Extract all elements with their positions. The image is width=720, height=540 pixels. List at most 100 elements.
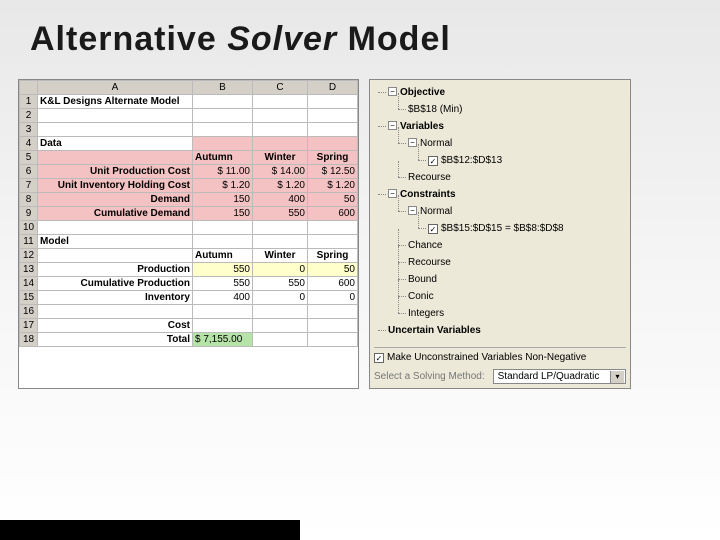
row-header[interactable]: 7: [20, 179, 38, 193]
collapse-icon[interactable]: −: [408, 206, 417, 215]
chevron-down-icon[interactable]: ▾: [610, 371, 624, 383]
cell[interactable]: [193, 221, 253, 235]
cell[interactable]: Winter: [253, 151, 308, 165]
cell[interactable]: [193, 123, 253, 137]
tree-var-range[interactable]: ✓$B$12:$D$13: [414, 152, 626, 169]
cell[interactable]: Winter: [253, 249, 308, 263]
checkbox-icon[interactable]: ✓: [428, 156, 438, 166]
row-header[interactable]: 14: [20, 277, 38, 291]
col-header-d[interactable]: D: [308, 81, 358, 95]
cell[interactable]: [308, 137, 358, 151]
row-header[interactable]: 18: [20, 333, 38, 347]
cell[interactable]: [308, 123, 358, 137]
cell[interactable]: Model: [38, 235, 193, 249]
cell-total[interactable]: $ 7,155.00: [193, 333, 253, 347]
cell[interactable]: 150: [193, 207, 253, 221]
tree-uncertain[interactable]: Uncertain Variables: [374, 322, 626, 339]
col-header-c[interactable]: C: [253, 81, 308, 95]
cell[interactable]: [308, 333, 358, 347]
cell[interactable]: 0: [253, 291, 308, 305]
cell[interactable]: 550: [193, 277, 253, 291]
spreadsheet-grid[interactable]: A B C D 1K&L Designs Alternate Model 2 3…: [19, 80, 358, 347]
row-header[interactable]: 4: [20, 137, 38, 151]
cell[interactable]: 550: [253, 277, 308, 291]
cell[interactable]: [308, 235, 358, 249]
checkbox-icon[interactable]: ✓: [374, 353, 384, 363]
nonneg-checkbox-row[interactable]: ✓ Make Unconstrained Variables Non-Negat…: [374, 352, 626, 363]
cell[interactable]: [308, 109, 358, 123]
row-header[interactable]: 5: [20, 151, 38, 165]
row-header[interactable]: 6: [20, 165, 38, 179]
cell[interactable]: [38, 249, 193, 263]
cell[interactable]: Total: [38, 333, 193, 347]
cell[interactable]: [193, 319, 253, 333]
collapse-icon[interactable]: −: [388, 87, 397, 96]
cell[interactable]: [253, 305, 308, 319]
cell[interactable]: [308, 95, 358, 109]
cell[interactable]: Autumn: [193, 151, 253, 165]
cell[interactable]: Cost: [38, 319, 193, 333]
cell[interactable]: [38, 123, 193, 137]
cell[interactable]: $ 1.20: [253, 179, 308, 193]
cell[interactable]: [308, 319, 358, 333]
cell[interactable]: [38, 109, 193, 123]
tree-variables[interactable]: −Variables −Normal ✓$B$12:$D$13 Recourse: [374, 118, 626, 186]
cell[interactable]: 50: [308, 193, 358, 207]
cell[interactable]: [193, 305, 253, 319]
cell[interactable]: Cumulative Demand: [38, 207, 193, 221]
cell[interactable]: Unit Inventory Holding Cost: [38, 179, 193, 193]
row-header[interactable]: 2: [20, 109, 38, 123]
row-header[interactable]: 1: [20, 95, 38, 109]
corner-cell[interactable]: [20, 81, 38, 95]
row-header[interactable]: 12: [20, 249, 38, 263]
cell[interactable]: 50: [308, 263, 358, 277]
row-header[interactable]: 13: [20, 263, 38, 277]
cell[interactable]: [308, 305, 358, 319]
tree-variables-normal[interactable]: −Normal ✓$B$12:$D$13: [394, 135, 626, 169]
cell[interactable]: Inventory: [38, 291, 193, 305]
cell[interactable]: [38, 305, 193, 319]
row-header[interactable]: 17: [20, 319, 38, 333]
cell[interactable]: 0: [253, 263, 308, 277]
row-header[interactable]: 11: [20, 235, 38, 249]
cell[interactable]: 550: [253, 207, 308, 221]
cell[interactable]: [253, 95, 308, 109]
cell[interactable]: Production: [38, 263, 193, 277]
checkbox-icon[interactable]: ✓: [428, 224, 438, 234]
tree-con-range[interactable]: ✓$B$15:$D$15 = $B$8:$D$8: [414, 220, 626, 237]
cell[interactable]: $ 14.00: [253, 165, 308, 179]
tree-constraints-bound[interactable]: Bound: [394, 271, 626, 288]
cell[interactable]: [253, 109, 308, 123]
row-header[interactable]: 16: [20, 305, 38, 319]
cell[interactable]: [38, 151, 193, 165]
cell[interactable]: Demand: [38, 193, 193, 207]
cell[interactable]: [193, 137, 253, 151]
row-header[interactable]: 15: [20, 291, 38, 305]
cell[interactable]: [193, 95, 253, 109]
collapse-icon[interactable]: −: [388, 189, 397, 198]
method-select[interactable]: Standard LP/Quadratic ▾: [493, 369, 626, 384]
cell[interactable]: $ 1.20: [308, 179, 358, 193]
cell[interactable]: Unit Production Cost: [38, 165, 193, 179]
cell[interactable]: Spring: [308, 151, 358, 165]
col-header-b[interactable]: B: [193, 81, 253, 95]
cell[interactable]: Spring: [308, 249, 358, 263]
cell[interactable]: 600: [308, 277, 358, 291]
cell[interactable]: 550: [193, 263, 253, 277]
tree-variables-recourse[interactable]: Recourse: [394, 169, 626, 186]
tree-constraints-chance[interactable]: Chance: [394, 237, 626, 254]
cell[interactable]: K&L Designs Alternate Model: [38, 95, 193, 109]
cell[interactable]: 600: [308, 207, 358, 221]
tree-constraints[interactable]: −Constraints −Normal ✓$B$15:$D$15 = $B$8…: [374, 186, 626, 322]
cell[interactable]: [38, 221, 193, 235]
cell[interactable]: 0: [308, 291, 358, 305]
tree-objective-cell[interactable]: $B$18 (Min): [394, 101, 626, 118]
cell[interactable]: [253, 333, 308, 347]
tree-constraints-conic[interactable]: Conic: [394, 288, 626, 305]
col-header-a[interactable]: A: [38, 81, 193, 95]
cell[interactable]: [253, 319, 308, 333]
cell[interactable]: [308, 221, 358, 235]
cell[interactable]: [253, 137, 308, 151]
tree-objective[interactable]: −Objective $B$18 (Min): [374, 84, 626, 118]
tree-constraints-integers[interactable]: Integers: [394, 305, 626, 322]
